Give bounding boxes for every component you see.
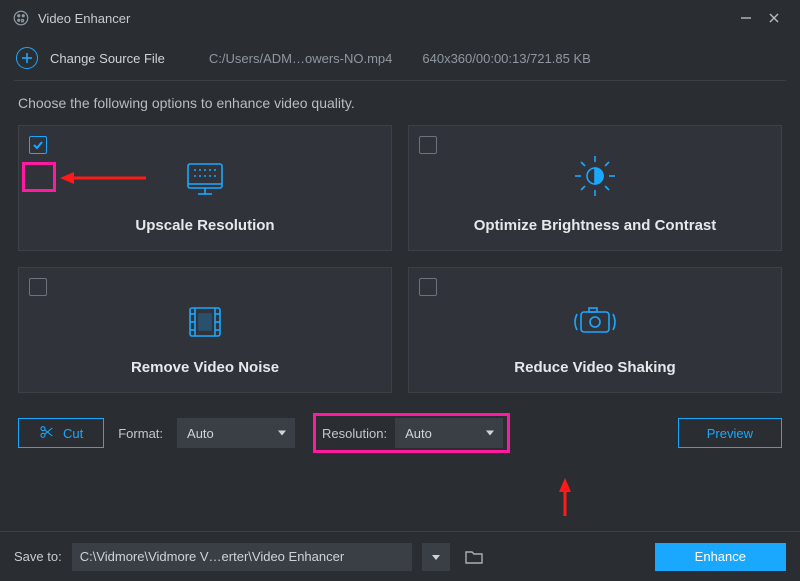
instruction-text: Choose the following options to enhance …	[0, 95, 800, 125]
window-title: Video Enhancer	[38, 11, 130, 26]
chevron-down-icon	[431, 552, 441, 562]
annotation-highlight-resolution: Resolution: Auto	[313, 413, 510, 453]
preview-label: Preview	[707, 426, 753, 441]
cut-label: Cut	[63, 426, 83, 441]
checkbox-upscale[interactable]	[29, 136, 47, 154]
monitor-icon	[182, 160, 228, 203]
card-optimize-brightness[interactable]: Optimize Brightness and Contrast	[408, 125, 782, 251]
card-label: Reduce Video Shaking	[514, 359, 675, 376]
minimize-button[interactable]	[732, 4, 760, 32]
enhance-label: Enhance	[695, 549, 746, 564]
camera-shake-icon	[569, 300, 621, 345]
open-folder-button[interactable]	[460, 543, 488, 571]
card-label: Remove Video Noise	[131, 359, 279, 376]
preview-button[interactable]: Preview	[678, 418, 782, 448]
titlebar: Video Enhancer	[0, 0, 800, 36]
format-value: Auto	[187, 426, 214, 441]
annotation-arrow-icon	[555, 478, 575, 518]
format-label: Format:	[118, 426, 163, 441]
card-reduce-shaking[interactable]: Reduce Video Shaking	[408, 267, 782, 393]
chevron-down-icon	[485, 426, 495, 441]
folder-icon	[465, 549, 483, 565]
film-icon	[182, 302, 228, 345]
cut-button[interactable]: Cut	[18, 418, 104, 448]
checkbox-noise[interactable]	[29, 278, 47, 296]
saveto-path: C:\Vidmore\Vidmore V…erter\Video Enhance…	[80, 549, 344, 564]
card-label: Upscale Resolution	[135, 217, 274, 234]
resolution-value: Auto	[405, 426, 432, 441]
source-toolbar: Change Source File C:/Users/ADM…owers-NO…	[0, 36, 800, 80]
palette-icon	[12, 9, 30, 27]
resolution-label: Resolution:	[322, 426, 387, 441]
enhance-button[interactable]: Enhance	[655, 543, 786, 571]
brightness-icon	[571, 152, 619, 203]
chevron-down-icon	[277, 426, 287, 441]
format-select[interactable]: Auto	[177, 418, 295, 448]
divider	[14, 80, 786, 81]
change-source-link[interactable]: Change Source File	[50, 51, 165, 66]
source-meta: 640x360/00:00:13/721.85 KB	[422, 51, 590, 66]
card-label: Optimize Brightness and Contrast	[474, 217, 717, 234]
scissors-icon	[39, 424, 55, 443]
resolution-select[interactable]: Auto	[395, 418, 503, 448]
saveto-path-field[interactable]: C:\Vidmore\Vidmore V…erter\Video Enhance…	[72, 543, 412, 571]
checkbox-brightness[interactable]	[419, 136, 437, 154]
checkbox-shaking[interactable]	[419, 278, 437, 296]
close-button[interactable]	[760, 4, 788, 32]
footer: Save to: C:\Vidmore\Vidmore V…erter\Vide…	[0, 531, 800, 581]
saveto-dropdown-button[interactable]	[422, 543, 450, 571]
add-source-button[interactable]	[16, 47, 38, 69]
source-path: C:/Users/ADM…owers-NO.mp4	[209, 51, 392, 66]
controls-row: Cut Format: Auto Resolution: Auto Previe…	[0, 393, 800, 453]
options-grid: Upscale Resolution Optimize Brightness a…	[0, 125, 800, 393]
saveto-label: Save to:	[14, 549, 62, 564]
card-upscale-resolution[interactable]: Upscale Resolution	[18, 125, 392, 251]
card-remove-noise[interactable]: Remove Video Noise	[18, 267, 392, 393]
